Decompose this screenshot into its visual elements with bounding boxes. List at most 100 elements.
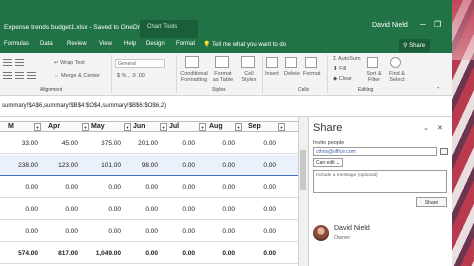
table-cell[interactable]: 0.00 (81, 206, 121, 213)
vertical-scrollbar[interactable] (298, 117, 308, 266)
share-button[interactable]: ⚲ Share (399, 39, 430, 52)
table-cell[interactable]: 0.00 (195, 228, 235, 235)
find-select-button[interactable]: Find & Select (387, 71, 407, 83)
insert-button[interactable]: Insert (265, 71, 279, 77)
table-cell[interactable]: 0.00 (195, 184, 235, 191)
table-row[interactable]: 0.00 0.00 0.00 0.00 0.00 0.00 0.00 (0, 199, 298, 220)
table-cell[interactable]: 0.00 (118, 228, 158, 235)
invite-input[interactable]: cthris@office.com (313, 147, 437, 156)
formula-text[interactable]: summary!$A$6,summary!$B$4:$O$4,summary!$… (2, 103, 166, 109)
address-book-icon[interactable] (440, 148, 448, 155)
tab-formulas[interactable]: Formulas (4, 41, 29, 47)
table-cell[interactable]: 0.00 (195, 162, 235, 169)
table-cell[interactable]: 0.00 (236, 184, 276, 191)
align-right-icon[interactable] (27, 72, 36, 81)
tab-view[interactable]: View (99, 41, 112, 47)
filter-dropdown-icon[interactable]: ▼ (160, 123, 167, 131)
pane-options-icon[interactable]: ⌄ (423, 124, 429, 132)
tell-me-search[interactable]: 💡 Tell me what you want to do (203, 41, 286, 48)
restore-icon[interactable]: ❐ (434, 20, 441, 29)
table-cell[interactable]: 0.00 (236, 228, 276, 235)
table-cell[interactable]: 0.00 (195, 206, 235, 213)
tab-help[interactable]: Help (124, 41, 136, 47)
worksheet-grid[interactable]: M ▼ Apr ▼ May ▼ Jun ▼ Jul ▼ Aug ▼ Sep ▼ … (0, 117, 298, 266)
align-left-icon[interactable] (3, 72, 12, 81)
filter-dropdown-icon[interactable]: ▼ (235, 123, 242, 131)
table-cell[interactable]: 0.00 (155, 228, 195, 235)
tab-format[interactable]: Format (176, 41, 195, 47)
number-format-select[interactable]: General (115, 59, 165, 68)
format-as-table-button[interactable]: Format as Table (211, 71, 235, 83)
table-cell[interactable]: 0.00 (155, 206, 195, 213)
table-cell[interactable]: 201.00 (118, 140, 158, 147)
table-cell[interactable]: 98.00 (118, 162, 158, 169)
table-cell[interactable]: 0.00 (118, 250, 158, 257)
scrollbar-thumb[interactable] (300, 150, 306, 190)
table-cell[interactable]: 0.00 (0, 228, 38, 235)
table-cell[interactable]: 0.00 (155, 184, 195, 191)
sort-filter-button[interactable]: Sort & Filter (365, 71, 383, 83)
table-cell[interactable]: 0.00 (118, 206, 158, 213)
table-cell[interactable]: 0.00 (236, 140, 276, 147)
user-name[interactable]: David Nield (372, 22, 408, 29)
table-cell[interactable]: 0.00 (236, 162, 276, 169)
table-cell[interactable]: 0.00 (155, 140, 195, 147)
merge-center-button[interactable]: ⇔ Merge & Center (54, 73, 100, 79)
table-row[interactable]: 574.00 817.00 1,049.00 0.00 0.00 0.00 0.00 (0, 243, 298, 264)
delete-button[interactable]: Delete (284, 71, 300, 77)
table-cell[interactable]: 45.00 (38, 140, 78, 147)
filter-dropdown-icon[interactable]: ▼ (34, 123, 41, 131)
message-field[interactable]: Include a message (optional) (313, 170, 447, 193)
format-button[interactable]: Format (303, 71, 320, 77)
table-cell[interactable]: 0.00 (81, 184, 121, 191)
align-middle-icon[interactable] (15, 59, 24, 68)
table-cell[interactable]: 817.00 (38, 250, 78, 257)
table-cell[interactable]: 0.00 (38, 184, 78, 191)
number-format-buttons[interactable]: $ % , .0 .00 (117, 73, 145, 79)
table-cell[interactable]: 0.00 (38, 206, 78, 213)
table-cell[interactable]: 0.00 (236, 250, 276, 257)
table-cell[interactable]: 0.00 (155, 162, 195, 169)
table-cell[interactable]: 123.00 (38, 162, 78, 169)
fill-button[interactable]: ⬇ Fill (333, 66, 346, 72)
table-cell[interactable]: 0.00 (0, 206, 38, 213)
tab-design[interactable]: Design (146, 41, 165, 47)
align-center-icon[interactable] (15, 72, 24, 81)
minimize-icon[interactable]: ─ (420, 20, 426, 29)
filter-dropdown-icon[interactable]: ▼ (82, 123, 89, 131)
collapse-ribbon-icon[interactable]: ⌃ (436, 87, 441, 93)
table-cell[interactable]: 1,049.00 (81, 250, 121, 257)
table-cell[interactable]: 238.00 (0, 162, 38, 169)
table-cell[interactable]: 0.00 (236, 206, 276, 213)
table-cell[interactable]: 0.00 (0, 184, 38, 191)
filter-dropdown-icon[interactable]: ▼ (278, 123, 285, 131)
table-cell[interactable]: 0.00 (195, 140, 235, 147)
table-cell[interactable]: 33.00 (0, 140, 38, 147)
tab-review[interactable]: Review (67, 41, 87, 47)
share-send-button[interactable]: Share (416, 197, 447, 207)
align-top-icon[interactable] (3, 59, 12, 68)
wrap-text-button[interactable]: ↵ Wrap Text (54, 60, 85, 66)
table-cell[interactable]: 0.00 (81, 228, 121, 235)
table-cell[interactable]: 375.00 (81, 140, 121, 147)
filter-dropdown-icon[interactable]: ▼ (124, 123, 131, 131)
table-cell[interactable]: 0.00 (155, 250, 195, 257)
tab-data[interactable]: Data (40, 41, 53, 47)
formula-bar[interactable]: summary!$A$6,summary!$B$4:$O$4,summary!$… (0, 96, 452, 117)
conditional-formatting-button[interactable]: Conditional Formatting (180, 71, 208, 83)
filter-dropdown-icon[interactable]: ▼ (199, 123, 206, 131)
table-row[interactable]: 0.00 0.00 0.00 0.00 0.00 0.00 0.00 (0, 177, 298, 198)
cell-styles-button[interactable]: Cell Styles (239, 71, 259, 83)
autosum-button[interactable]: Σ AutoSum (333, 56, 361, 62)
clear-button[interactable]: ◆ Clear (333, 76, 352, 82)
table-row[interactable]: 33.00 45.00 375.00 201.00 0.00 0.00 0.00 (0, 133, 298, 154)
table-cell[interactable]: 574.00 (0, 250, 38, 257)
table-cell[interactable]: 0.00 (118, 184, 158, 191)
table-cell[interactable]: 0.00 (195, 250, 235, 257)
table-row[interactable]: 238.00 123.00 101.00 98.00 0.00 0.00 0.00 (0, 155, 298, 176)
table-cell[interactable]: 101.00 (81, 162, 121, 169)
permission-select[interactable]: Can edit ⌄ (313, 158, 343, 167)
table-row[interactable]: 0.00 0.00 0.00 0.00 0.00 0.00 0.00 (0, 221, 298, 242)
table-cell[interactable]: 0.00 (38, 228, 78, 235)
close-icon[interactable]: ✕ (437, 124, 443, 132)
